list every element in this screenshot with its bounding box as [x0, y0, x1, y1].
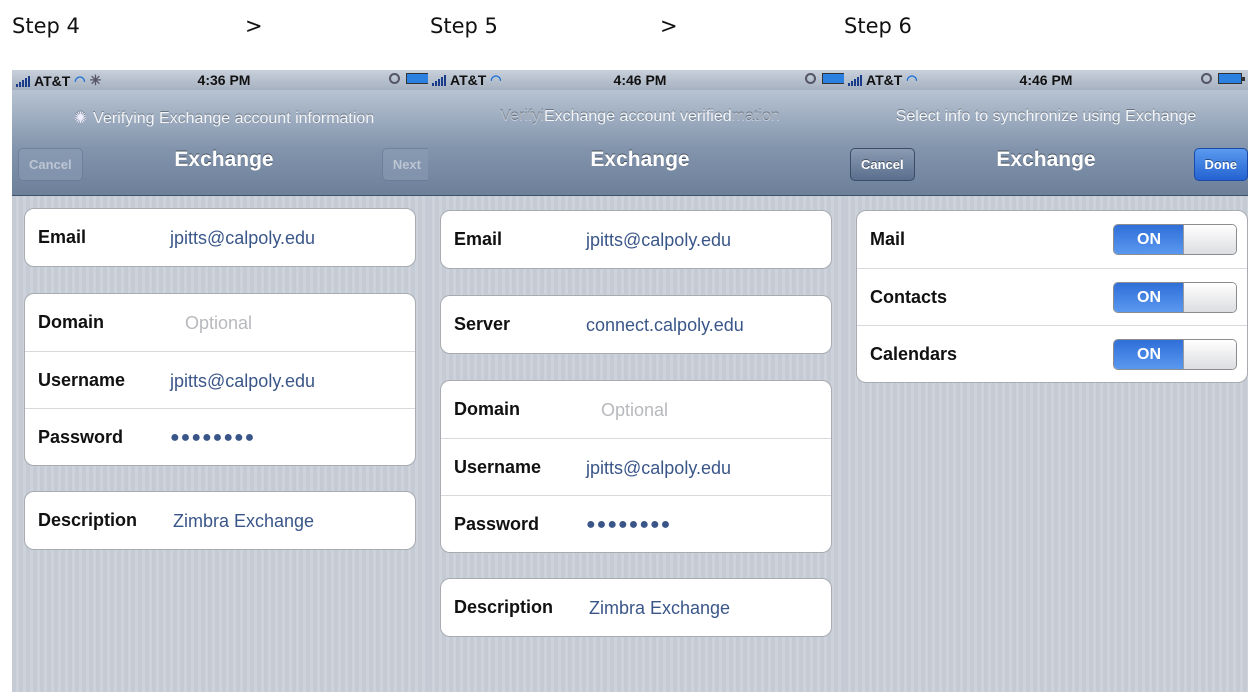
prompt-text: Verifying Exchange account information — [93, 110, 375, 127]
step-header: Step 4 > Step 5 > Step 6 — [0, 0, 1248, 70]
email-group: Email jpitts@calpoly.edu — [440, 210, 832, 269]
phone-screen-step-4: AT&T ◠ ✳ 4:36 PM ✺ Verifying Exchange acc… — [12, 70, 436, 692]
toggle-on-label: ON — [1114, 283, 1184, 312]
step-arrow: > — [245, 14, 263, 38]
calendars-label: Calendars — [870, 344, 958, 364]
description-group: Description Zimbra Exchange — [440, 578, 832, 637]
navigation-bar: Select info to synchronize using Exchang… — [844, 90, 1248, 196]
password-row[interactable]: Password ●●●●●●●● — [441, 495, 831, 552]
server-label: Server — [454, 314, 511, 334]
toggle-knob — [1183, 283, 1236, 312]
battery-icon — [406, 73, 433, 84]
prompt-text: Exchange account verified — [543, 108, 732, 125]
email-value[interactable]: jpitts@calpoly.edu — [586, 230, 731, 251]
navigation-bar: VerifyiExchange account verifiedmation E… — [428, 90, 852, 196]
email-group: Email jpitts@calpoly.edu — [24, 208, 416, 267]
domain-label: Domain — [454, 399, 521, 419]
domain-input[interactable]: Optional — [185, 313, 252, 334]
battery-icon — [1218, 73, 1245, 84]
email-row[interactable]: Email jpitts@calpoly.edu — [25, 209, 415, 266]
email-value[interactable]: jpitts@calpoly.edu — [170, 228, 315, 249]
description-label: Description — [38, 510, 138, 530]
description-label: Description — [454, 597, 554, 617]
server-group: Server connect.calpoly.edu — [440, 295, 832, 354]
status-bar: AT&T ◠ 4:46 PM — [428, 70, 852, 90]
username-row[interactable]: Username jpitts@calpoly.edu — [25, 351, 415, 408]
done-button[interactable]: Done — [1193, 148, 1248, 181]
next-button[interactable]: Next — [381, 148, 432, 181]
nav-prompt: ✺ Verifying Exchange account information — [12, 108, 436, 128]
status-time: 4:36 PM — [197, 72, 251, 88]
nav-title: Exchange — [590, 148, 690, 171]
nav-prompt: Select info to synchronize using Exchang… — [895, 108, 1197, 125]
password-value[interactable]: ●●●●●●●● — [170, 429, 255, 447]
nav-prompt: VerifyiExchange account verifiedmation — [428, 108, 852, 126]
domain-label: Domain — [38, 312, 105, 332]
password-label: Password — [38, 427, 124, 447]
username-label: Username — [38, 370, 126, 390]
toggle-on-label: ON — [1114, 340, 1184, 369]
phone-screen-step-5: AT&T ◠ 4:46 PM VerifyiExchange account v… — [428, 70, 852, 692]
username-value[interactable]: jpitts@calpoly.edu — [586, 458, 731, 479]
contacts-row: Contacts ON — [857, 268, 1247, 325]
contacts-label: Contacts — [870, 287, 948, 307]
email-label: Email — [454, 229, 503, 249]
description-row[interactable]: Description Zimbra Exchange — [441, 579, 831, 636]
step-arrow: > — [660, 14, 678, 38]
username-row[interactable]: Username jpitts@calpoly.edu — [441, 438, 831, 495]
toggle-knob — [1183, 340, 1236, 369]
description-group: Description Zimbra Exchange — [24, 491, 416, 550]
credentials-group: Domain Optional Username jpitts@calpoly.… — [440, 380, 832, 553]
email-row[interactable]: Email jpitts@calpoly.edu — [441, 211, 831, 268]
description-value[interactable]: Zimbra Exchange — [589, 598, 730, 619]
lock-icon — [1201, 73, 1212, 84]
phone-screen-step-6: AT&T ◠ 4:46 PM Select info to synchroniz… — [844, 70, 1248, 692]
server-value[interactable]: connect.calpoly.edu — [586, 315, 744, 336]
navigation-bar: ✺ Verifying Exchange account information … — [12, 90, 436, 196]
description-row[interactable]: Description Zimbra Exchange — [25, 492, 415, 549]
description-value[interactable]: Zimbra Exchange — [173, 511, 314, 532]
calendars-toggle[interactable]: ON — [1113, 339, 1237, 370]
step-5-label: Step 5 — [430, 14, 498, 38]
domain-row[interactable]: Domain Optional — [25, 294, 415, 351]
status-time: 4:46 PM — [1019, 72, 1073, 88]
nav-title: Exchange — [174, 148, 274, 171]
sync-options-group: Mail ON Contacts ON Calendars ON — [856, 210, 1248, 383]
email-label: Email — [38, 227, 87, 247]
password-row[interactable]: Password ●●●●●●●● — [25, 408, 415, 465]
battery-icon — [822, 73, 849, 84]
status-bar: AT&T ◠ 4:46 PM — [844, 70, 1248, 90]
server-row[interactable]: Server connect.calpoly.edu — [441, 296, 831, 353]
loading-spinner-icon: ✺ — [73, 110, 88, 127]
username-label: Username — [454, 457, 542, 477]
username-value[interactable]: jpitts@calpoly.edu — [170, 371, 315, 392]
toggle-on-label: ON — [1114, 225, 1184, 254]
mail-label: Mail — [870, 229, 906, 249]
mail-row: Mail ON — [857, 211, 1247, 268]
mail-toggle[interactable]: ON — [1113, 224, 1237, 255]
prompt-faded-left: Verifyi — [500, 108, 544, 125]
prompt-faded-right: mation — [731, 108, 780, 125]
status-bar: AT&T ◠ ✳ 4:36 PM — [12, 70, 436, 90]
domain-input[interactable]: Optional — [601, 400, 668, 421]
calendars-row: Calendars ON — [857, 325, 1247, 382]
step-6-label: Step 6 — [844, 14, 912, 38]
status-time: 4:46 PM — [613, 72, 667, 88]
step-4-label: Step 4 — [12, 14, 80, 38]
lock-icon — [389, 73, 400, 84]
nav-title: Exchange — [996, 148, 1096, 171]
contacts-toggle[interactable]: ON — [1113, 282, 1237, 313]
credentials-group: Domain Optional Username jpitts@calpoly.… — [24, 293, 416, 466]
domain-row[interactable]: Domain Optional — [441, 381, 831, 438]
lock-icon — [805, 73, 816, 84]
password-value[interactable]: ●●●●●●●● — [586, 516, 671, 534]
password-label: Password — [454, 514, 540, 534]
toggle-knob — [1183, 225, 1236, 254]
